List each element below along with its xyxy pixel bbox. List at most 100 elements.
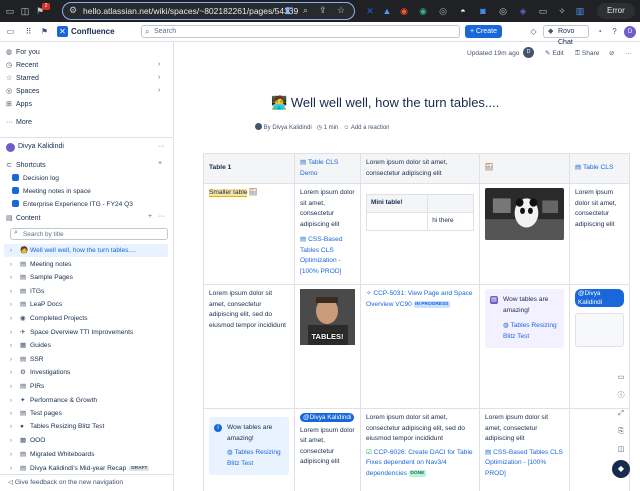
page-tree-item[interactable]: › ▤ LeaP Docs (10, 300, 170, 312)
extension-icon[interactable]: ◧ (285, 5, 294, 16)
content-search-input[interactable]: ⌕ Search by title (10, 228, 168, 240)
sidebar-item-for-you[interactable]: ◍ For you (6, 48, 40, 60)
expand-chevron-icon[interactable]: › (10, 330, 20, 336)
info-icon[interactable]: ⓘ (615, 390, 627, 402)
expand-chevron-icon[interactable]: › (10, 438, 20, 444)
author-avatar[interactable]: D (523, 47, 534, 58)
page-tree-item[interactable]: › ◉ Completed Projects (10, 314, 170, 326)
smart-link[interactable]: Tables Resizing Blitz Test (503, 322, 557, 340)
white-extension-icon[interactable]: ◓ (457, 5, 469, 17)
extensions-puzzle-icon[interactable]: ✧ (556, 5, 568, 17)
expand-chevron-icon[interactable]: › (10, 357, 20, 363)
cast-icon[interactable]: ▭ (537, 5, 549, 17)
add-content-icon[interactable]: + (148, 213, 152, 220)
page-tree-item[interactable]: › ▦ OOO (10, 436, 170, 448)
shortcut-item[interactable]: Decision log (12, 174, 59, 186)
panda-image[interactable] (485, 188, 564, 240)
page-tree-item[interactable]: › ✦ Performance & Growth (10, 396, 170, 408)
table-cell[interactable]: Smaller table 🪟 (203, 183, 295, 285)
jira-extension-icon[interactable]: ✕ (364, 5, 376, 17)
help-icon[interactable]: ? (609, 26, 620, 37)
table-cell[interactable]: ✧ CCP-5031: View Page and Space Overview… (360, 284, 480, 409)
rovo-icon[interactable]: ◇ (528, 26, 539, 37)
tables-meme-image[interactable]: TABLES! (300, 289, 355, 345)
table-header-cell[interactable]: Lorem ipsum dolor sit amet, consectetur … (360, 153, 480, 184)
expand-chevron-icon[interactable]: › (10, 316, 20, 322)
table-cell[interactable]: TABLES! (294, 284, 361, 409)
sidebar-item-starred[interactable]: ☆ Starred (6, 74, 39, 86)
expand-chevron-icon[interactable]: › (10, 370, 20, 376)
site-settings-icon[interactable]: ⚙ (69, 5, 77, 16)
brand-name[interactable]: Confluence (71, 27, 115, 36)
bookmark-star-icon[interactable]: ☆ (337, 5, 345, 16)
expand-chevron-icon[interactable]: › (10, 248, 20, 254)
page-more-icon[interactable]: ··· (625, 48, 632, 59)
table-header-cell[interactable]: Table 1 (203, 153, 295, 184)
edit-button[interactable]: ✎ Edit (545, 48, 564, 59)
share-icon[interactable]: ⇪ (319, 5, 327, 16)
expand-chevron-icon[interactable]: › (10, 289, 20, 295)
nested-table-cell[interactable] (365, 212, 429, 231)
expand-chevron-icon[interactable]: › (10, 466, 20, 472)
page-tree-item[interactable]: › 🧑 Well well well, how the turn tables...… (10, 246, 170, 258)
shortcut-item[interactable]: Enterprise Experience ITG - FY24 Q3 (12, 200, 133, 212)
copy-icon[interactable]: ⎘ (615, 426, 627, 438)
table-cell[interactable]: Lorem ipsum dolor sit amet, consectetur … (569, 183, 630, 285)
smart-link[interactable]: CSS-Based Tables CLS Optimization - [100… (485, 449, 563, 477)
app-switcher-icon[interactable]: ⠿ (23, 26, 34, 37)
page-tree-item[interactable]: › ⚙ Investigations (10, 368, 170, 380)
table-cell[interactable]: Mini table! hi there (360, 183, 480, 285)
grey-extension-icon[interactable]: ◎ (437, 5, 449, 17)
notification-bell-icon[interactable]: ⚑ (39, 26, 50, 37)
rovo-floating-button[interactable]: ◆ (612, 460, 630, 478)
record-icon[interactable]: ◎ (497, 5, 509, 17)
sidebar-item-more[interactable]: ··· More (6, 119, 32, 131)
purple-extension-icon[interactable]: ◈ (517, 5, 529, 17)
sidebar-item-recent[interactable]: ◷ Recent (6, 61, 38, 73)
chevron-right-icon[interactable]: › (158, 74, 160, 81)
page-tree-item[interactable]: › ● Tables Resizing Blitz Test (10, 423, 170, 435)
rovo-chat-button[interactable]: ◆ Rovo Chat (543, 25, 589, 46)
chat-icon[interactable]: ◫ (615, 444, 627, 456)
blue-extension-icon[interactable]: ◙ (477, 5, 489, 17)
author-link[interactable]: By Divya Kalidindi (264, 125, 312, 131)
red-extension-icon[interactable]: ◉ (398, 5, 410, 17)
table-cls-link[interactable]: Table CLS (583, 164, 613, 171)
create-button[interactable]: + Create (465, 25, 502, 38)
page-tree-item[interactable]: › ▤ SSR (10, 355, 170, 367)
url-text[interactable]: hello.atlassian.net/wiki/spaces/~8021822… (83, 6, 298, 16)
share-button[interactable]: ⚿ Share (575, 48, 599, 59)
user-avatar[interactable]: D (624, 26, 636, 38)
expand-chevron-icon[interactable]: › (10, 302, 20, 308)
page-tree-item[interactable]: › ▤ Sample Pages (10, 273, 170, 285)
page-tree-item[interactable]: › ▤ Migrated Whiteboards (10, 450, 170, 462)
embedded-preview[interactable] (575, 312, 624, 347)
page-tree-item[interactable]: › ▦ Guides (10, 341, 170, 353)
bell-icon[interactable]: ◔ (594, 26, 605, 37)
table-cell[interactable]: Lorem ipsum dolor sit amet, consectetur … (479, 408, 570, 491)
search-input[interactable]: ⌕ Search (141, 25, 460, 38)
address-bar[interactable]: ⚙ hello.atlassian.net/wiki/spaces/~80218… (62, 2, 355, 20)
feedback-link[interactable]: ◁ Give feedback on the new navigation (0, 474, 173, 491)
zoom-icon[interactable]: ⌕ (303, 5, 308, 16)
space-header[interactable]: Divya Kalidindi (6, 143, 64, 155)
table-cell[interactable]: i Wow tables are amazing! ◍ Tables Resiz… (203, 408, 295, 491)
table-header-cell[interactable]: ▤ Table CLS Demo (294, 153, 361, 184)
green-extension-icon[interactable]: ◉ (417, 5, 429, 17)
tab-icon[interactable]: ◫ (19, 5, 31, 17)
expand-chevron-icon[interactable]: › (10, 343, 20, 349)
expand-chevron-icon[interactable]: › (10, 452, 20, 458)
info-panel[interactable]: i Wow tables are amazing! ◍ Tables Resiz… (209, 417, 289, 475)
expand-chevron-icon[interactable]: › (10, 262, 20, 268)
shortcut-item[interactable]: Meeting notes in space (12, 187, 91, 199)
user-mention[interactable]: @Divya Kalidindi (300, 413, 355, 422)
content-header[interactable]: ▤ Content (6, 214, 41, 226)
shortcuts-header[interactable]: ⊂ Shortcuts (6, 161, 46, 173)
table-cell[interactable]: Lorem ipsum dolor sit amet, consectetur … (203, 284, 295, 409)
page-tree-item[interactable]: › ✈ Space Overview TTI Improvements (10, 328, 170, 340)
sidepanel-icon[interactable]: ▥ (574, 5, 586, 17)
comment-icon[interactable]: ▭ (615, 372, 627, 384)
table-cell[interactable]: Lorem ipsum dolor sit amet, consectetur … (360, 408, 480, 491)
expand-icon[interactable]: ⤢ (615, 408, 627, 420)
table-cell[interactable]: Lorem ipsum dolor sit amet, consectetur … (294, 183, 361, 285)
